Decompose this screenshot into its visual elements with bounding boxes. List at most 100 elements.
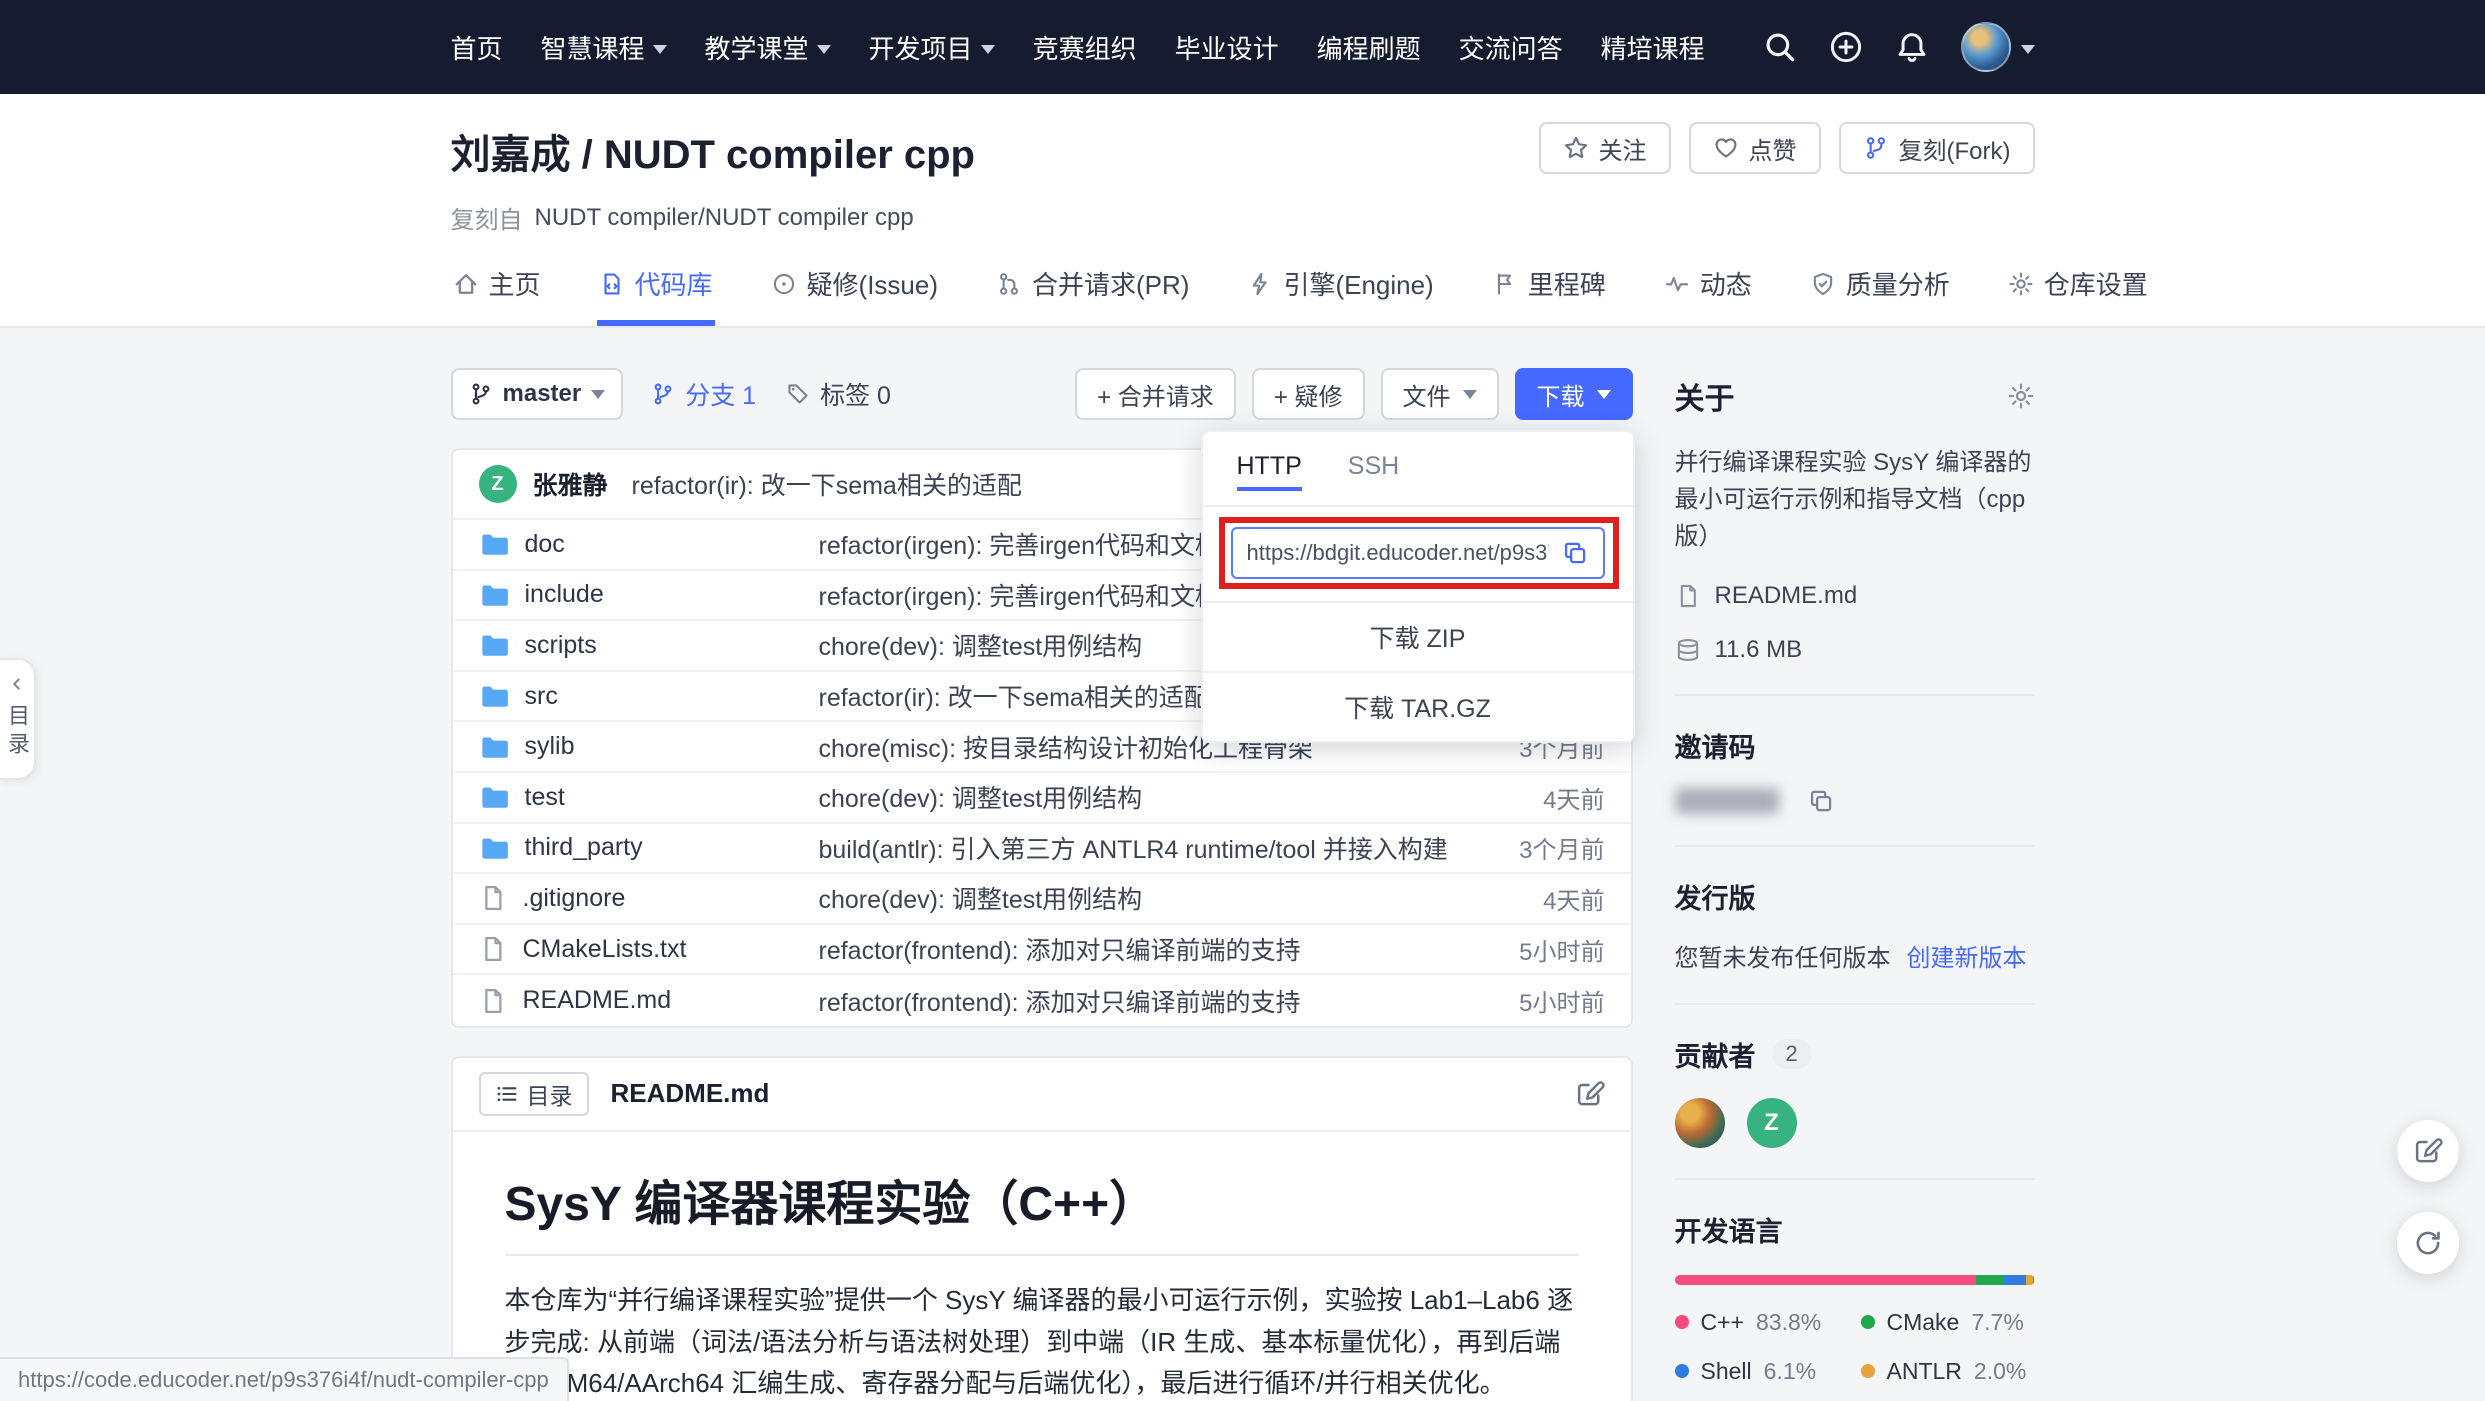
avatar[interactable]: Z <box>1747 1098 1797 1148</box>
nav-item-coding-practice[interactable]: 编程刷题 <box>1317 29 1421 66</box>
releases-empty-text: 您暂未发布任何版本 <box>1675 938 1891 973</box>
table-row[interactable]: CMakeLists.txt refactor(frontend): 添加对只编… <box>453 925 1631 976</box>
copy-icon[interactable] <box>1807 787 1835 815</box>
file-name[interactable]: third_party <box>479 833 819 863</box>
toc-side-tab[interactable]: 目录 <box>0 658 36 780</box>
download-targz[interactable]: 下载 TAR.GZ <box>1203 671 1633 741</box>
tags-count[interactable]: 标签 0 <box>786 376 891 412</box>
commit-message[interactable]: refactor(ir): 改一下sema相关的适配 <box>632 466 1022 502</box>
nav-item-competitions[interactable]: 竞赛组织 <box>1033 29 1137 66</box>
nav-item-teaching-class[interactable]: 教学课堂 <box>705 29 831 66</box>
avatar[interactable] <box>1675 1098 1725 1148</box>
tab-pull-requests[interactable]: 合并请求(PR) <box>994 251 1191 326</box>
toc-label: 目录 <box>527 1077 573 1111</box>
toc-button[interactable]: 目录 <box>479 1072 589 1116</box>
branch-icon <box>651 382 675 406</box>
create-release-link[interactable]: 创建新版本 <box>1907 938 2027 973</box>
commit-msg-cell[interactable]: chore(dev): 调整test用例结构 <box>819 779 1481 815</box>
chevron-down-icon <box>591 390 605 399</box>
nav-item-qa-forum[interactable]: 交流问答 <box>1459 29 1563 66</box>
file-name[interactable]: sylib <box>479 732 819 762</box>
tab-code[interactable]: 代码库 <box>597 251 715 326</box>
divider <box>1675 1178 2035 1180</box>
commit-time-cell: 4天前 <box>1481 780 1605 815</box>
nav-item-training-courses[interactable]: 精培课程 <box>1601 29 1705 66</box>
heart-icon <box>1713 135 1739 161</box>
file-name[interactable]: .gitignore <box>479 884 819 913</box>
refresh-button[interactable] <box>2397 1212 2459 1274</box>
clone-url-input[interactable]: https://bdgit.educoder.net/p9s376i <box>1231 527 1605 579</box>
download-tab-http[interactable]: HTTP <box>1237 452 1302 491</box>
nav-item-smart-courses[interactable]: 智慧课程 <box>541 29 667 66</box>
plus-circle-icon[interactable] <box>1829 30 1863 64</box>
commit-msg-cell[interactable]: refactor(frontend): 添加对只编译前端的支持 <box>819 931 1481 967</box>
forked-from-label: 复刻自 <box>451 200 523 235</box>
nav-item-dev-projects[interactable]: 开发项目 <box>869 29 995 66</box>
file-name[interactable]: test <box>479 782 819 812</box>
fork-button[interactable]: 复刻(Fork) <box>1839 122 2035 174</box>
nav-item-graduation-design[interactable]: 毕业设计 <box>1175 29 1279 66</box>
user-menu[interactable] <box>1961 22 2035 72</box>
nav-label: 交流问答 <box>1459 29 1563 66</box>
file-name[interactable]: README.md <box>479 986 819 1015</box>
table-row[interactable]: test chore(dev): 调整test用例结构 4天前 <box>453 773 1631 824</box>
tab-label: 动态 <box>1700 265 1752 302</box>
tab-quality-analysis[interactable]: 质量分析 <box>1808 251 1952 326</box>
contributors-title: 贡献者 <box>1675 1035 1756 1074</box>
new-pr-button[interactable]: + 合并请求 <box>1075 368 1236 420</box>
new-issue-button[interactable]: + 疑修 <box>1252 368 1365 420</box>
file-menu-button[interactable]: 文件 <box>1381 368 1499 420</box>
commit-author[interactable]: 张雅静 <box>533 466 608 502</box>
copy-icon[interactable] <box>1561 539 1589 567</box>
commit-msg-cell[interactable]: refactor(frontend): 添加对只编译前端的支持 <box>819 983 1481 1019</box>
tags-label: 标签 0 <box>820 376 891 412</box>
table-row[interactable]: README.md refactor(frontend): 添加对只编译前端的支… <box>453 975 1631 1026</box>
gear-icon[interactable] <box>2007 382 2035 410</box>
file-name[interactable]: doc <box>479 529 819 559</box>
nav-label: 编程刷题 <box>1317 29 1421 66</box>
feedback-button[interactable] <box>2397 1120 2459 1182</box>
forked-from-line: 复刻自 NUDT compiler/NUDT compiler cpp <box>451 200 2035 235</box>
avatar: Z <box>479 465 517 503</box>
tab-label: 代码库 <box>635 265 713 302</box>
watch-button[interactable]: 关注 <box>1539 122 1671 174</box>
status-bar: https://code.educoder.net/p9s376i4f/nudt… <box>0 1357 569 1401</box>
tab-milestones[interactable]: 里程碑 <box>1490 251 1608 326</box>
language-item[interactable]: C++83.8% <box>1675 1309 1849 1336</box>
table-row[interactable]: .gitignore chore(dev): 调整test用例结构 4天前 <box>453 874 1631 925</box>
bell-icon[interactable] <box>1895 30 1929 64</box>
language-item[interactable]: Shell6.1% <box>1675 1358 1849 1385</box>
commit-msg-cell[interactable]: build(antlr): 引入第三方 ANTLR4 runtime/tool … <box>819 830 1481 866</box>
download-tab-ssh[interactable]: SSH <box>1348 452 1399 491</box>
commit-time-cell: 3个月前 <box>1481 830 1605 865</box>
tab-home[interactable]: 主页 <box>451 251 543 326</box>
engine-icon <box>1247 271 1273 297</box>
edit-icon[interactable] <box>1575 1079 1605 1109</box>
branches-count[interactable]: 分支 1 <box>651 376 756 412</box>
readme-link[interactable]: README.md <box>1675 582 2035 610</box>
tab-issues[interactable]: 疑修(Issue) <box>769 251 940 326</box>
file-name[interactable]: scripts <box>479 630 819 660</box>
file-name[interactable]: CMakeLists.txt <box>479 935 819 964</box>
language-item[interactable]: CMake7.7% <box>1861 1309 2035 1336</box>
download-zip[interactable]: 下载 ZIP <box>1203 601 1633 671</box>
nav-item-home[interactable]: 首页 <box>451 29 503 66</box>
download-button[interactable]: 下载 <box>1515 368 1633 420</box>
file-name[interactable]: include <box>479 580 819 610</box>
search-icon[interactable] <box>1763 30 1797 64</box>
table-row[interactable]: third_party build(antlr): 引入第三方 ANTLR4 r… <box>453 824 1631 875</box>
tab-engine[interactable]: 引擎(Engine) <box>1245 251 1435 326</box>
branch-select[interactable]: master <box>451 368 624 420</box>
tab-repo-settings[interactable]: 仓库设置 <box>2006 251 2150 326</box>
file-name[interactable]: src <box>479 681 819 711</box>
like-button[interactable]: 点赞 <box>1689 122 1821 174</box>
tab-activity[interactable]: 动态 <box>1662 251 1754 326</box>
language-item[interactable]: ANTLR2.0% <box>1861 1358 2035 1385</box>
tab-label: 引擎(Engine) <box>1283 265 1433 302</box>
language-dot <box>1861 1364 1875 1378</box>
readme-card: 目录 README.md SysY 编译器课程实验（C++） 本仓库为“并行编译… <box>451 1056 1633 1401</box>
chevron-down-icon <box>653 45 667 54</box>
forked-from-link[interactable]: NUDT compiler/NUDT compiler cpp <box>535 204 914 232</box>
tab-label: 合并请求(PR) <box>1032 265 1189 302</box>
commit-msg-cell[interactable]: chore(dev): 调整test用例结构 <box>819 880 1481 916</box>
